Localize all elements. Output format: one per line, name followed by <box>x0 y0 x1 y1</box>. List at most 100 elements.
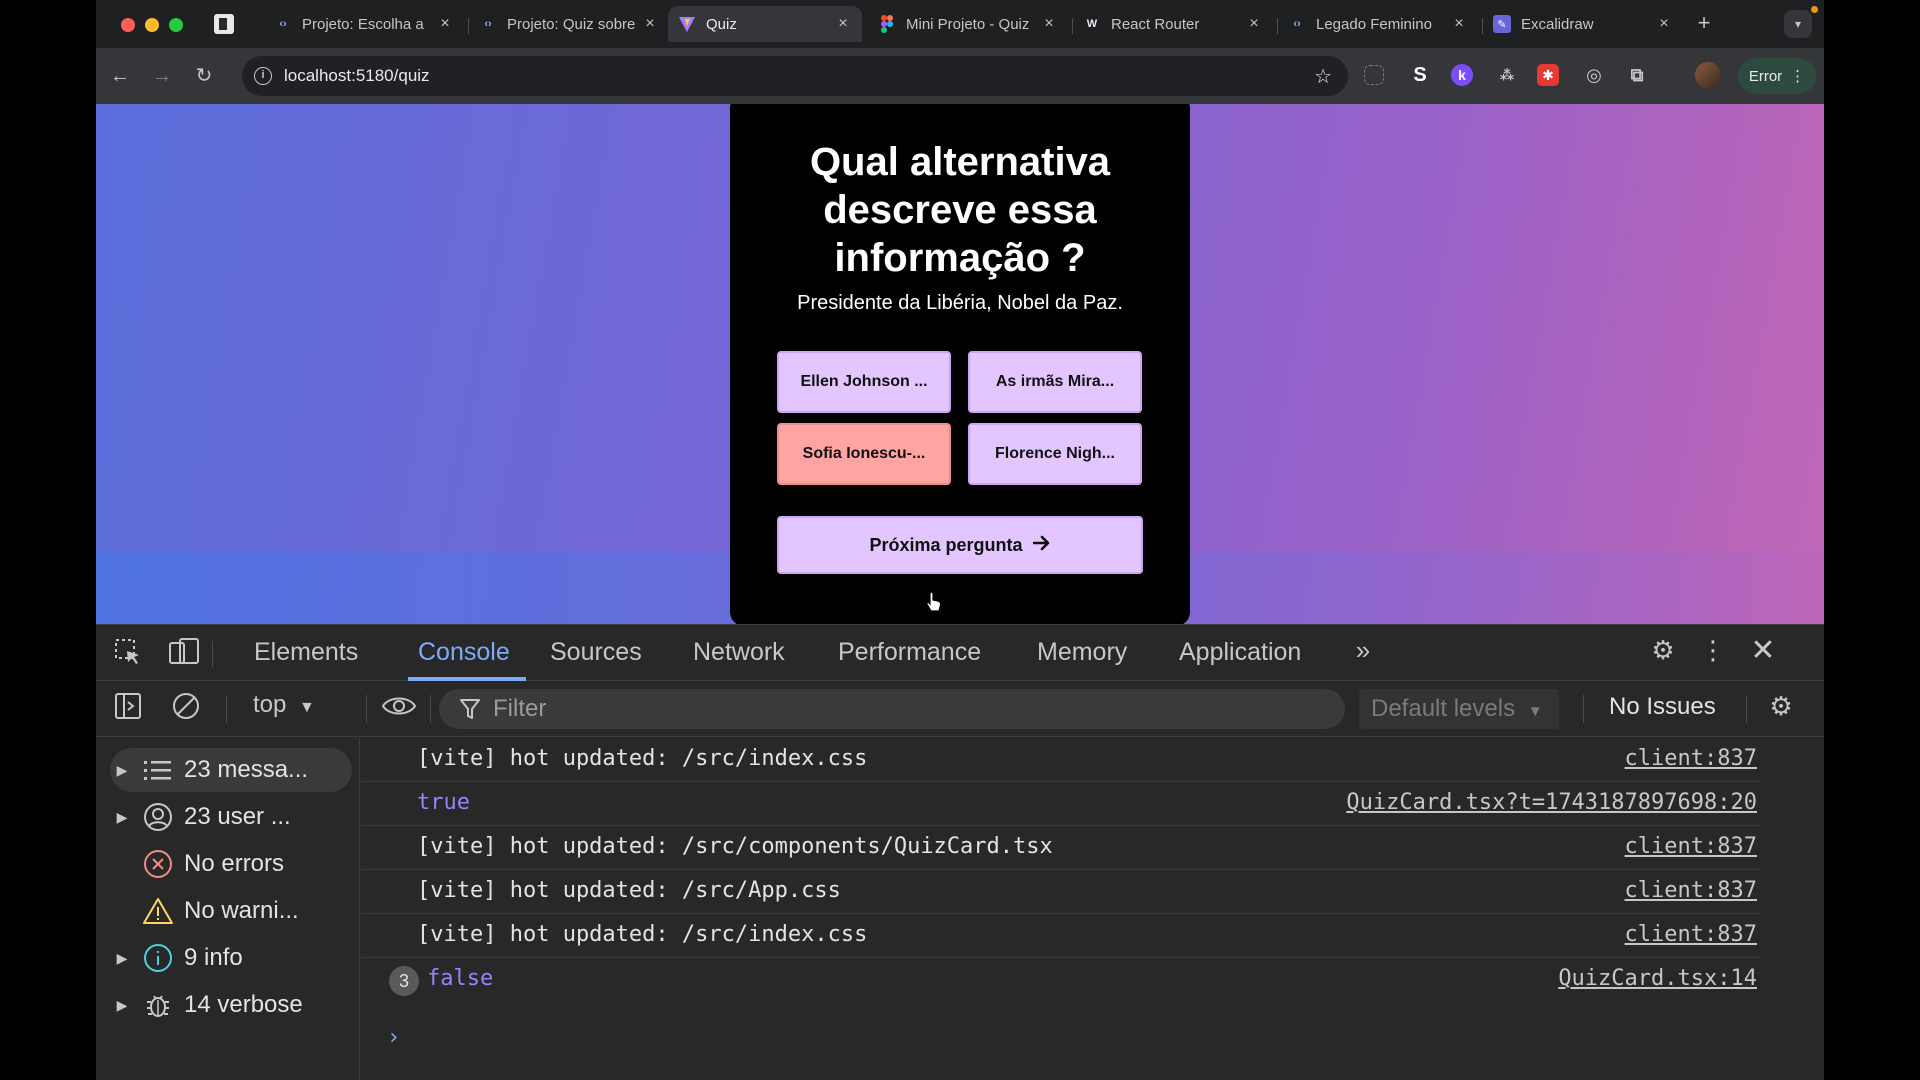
tab-performance[interactable]: Performance <box>838 635 981 681</box>
sidebar-item-verbose[interactable]: ▶ 14 verbose <box>110 983 352 1027</box>
profile-avatar[interactable] <box>1695 62 1721 88</box>
tab-legado-feminino[interactable]: ‹› Legado Feminino × <box>1278 6 1478 42</box>
expand-arrow-icon: ▶ <box>116 996 128 1013</box>
context-selector[interactable]: top ▼ <box>253 691 315 719</box>
sidebar-item-label: No warni... <box>184 897 299 924</box>
info-icon <box>140 940 176 976</box>
pinned-tab[interactable] <box>214 14 234 34</box>
close-icon[interactable]: × <box>1245 15 1263 33</box>
message-text: [vite] hot updated: /src/App.css <box>417 878 841 903</box>
url-text[interactable]: localhost:5180/quiz <box>284 66 430 86</box>
clear-console-icon[interactable] <box>170 691 202 728</box>
more-tabs-icon[interactable]: » <box>1346 635 1380 666</box>
inspect-element-icon[interactable] <box>112 637 144 674</box>
remix-icon: W <box>1086 18 1098 30</box>
sidebar-item-label: No errors <box>184 850 285 877</box>
settings-gear-icon[interactable]: ⚙ <box>1646 635 1680 666</box>
tab-projeto-quiz[interactable]: ‹› Projeto: Quiz sobre × <box>469 6 669 42</box>
console-settings-gear-icon[interactable]: ⚙ <box>1764 691 1798 722</box>
tab-application[interactable]: Application <box>1179 635 1301 681</box>
k-extension-icon[interactable]: k <box>1451 64 1473 86</box>
issues-counter[interactable]: No Issues <box>1609 693 1716 721</box>
tab-title: Legado Feminino <box>1316 15 1432 33</box>
close-devtools-icon[interactable]: ✕ <box>1748 633 1778 668</box>
console-prompt[interactable]: › <box>387 1025 400 1050</box>
tab-search-button[interactable]: ▾ <box>1784 10 1812 38</box>
tab-memory[interactable]: Memory <box>1037 635 1127 681</box>
sidebar-item-user-messages[interactable]: ▶ 23 user ... <box>110 795 352 839</box>
devtools-panel: Elements Console Sources Network Perform… <box>96 624 1824 1080</box>
console-message: [vite] hot updated: /src/components/Quiz… <box>361 826 1761 870</box>
filter-icon <box>459 697 481 726</box>
source-link[interactable]: client:837 <box>1625 834 1757 859</box>
filter-input[interactable]: Filter <box>439 689 1345 729</box>
option-button[interactable]: As irmãs Mira... <box>968 351 1142 413</box>
tab-excalidraw[interactable]: ✎ Excalidraw × <box>1483 6 1683 42</box>
list-icon <box>140 752 176 788</box>
tab-projeto-escolha[interactable]: ‹› Projeto: Escolha a × <box>264 6 464 42</box>
tab-react-router[interactable]: W React Router × <box>1073 6 1273 42</box>
message-text: false <box>427 966 494 991</box>
back-button[interactable]: ← <box>106 62 134 90</box>
sidebar-item-errors[interactable]: No errors <box>110 842 352 886</box>
console-message: [vite] hot updated: /src/index.css clien… <box>361 914 1761 958</box>
sidebar-toggle-icon[interactable] <box>112 691 144 728</box>
source-link[interactable]: client:837 <box>1625 878 1757 903</box>
sidebar-item-info[interactable]: ▶ 9 info <box>110 936 352 980</box>
sidebar-item-warnings[interactable]: No warni... <box>110 889 352 933</box>
close-icon[interactable]: × <box>436 15 454 33</box>
option-button[interactable]: Ellen Johnson ... <box>777 351 951 413</box>
maximize-window-button[interactable] <box>169 18 183 32</box>
tab-title: Mini Projeto - Quiz <box>906 15 1030 33</box>
tab-mini-projeto[interactable]: Mini Projeto - Quiz × <box>868 6 1068 42</box>
warning-icon <box>140 893 176 929</box>
close-icon[interactable]: × <box>1450 15 1468 33</box>
close-window-button[interactable] <box>121 18 135 32</box>
screenshot-extension-icon[interactable] <box>1364 65 1384 85</box>
user-icon <box>140 799 176 835</box>
bookmark-star-icon[interactable]: ☆ <box>1314 64 1332 89</box>
code-icon: ‹› <box>484 18 492 30</box>
source-link[interactable]: client:837 <box>1625 922 1757 947</box>
sidebar-item-label: 9 info <box>184 944 243 971</box>
close-icon[interactable]: × <box>1040 15 1058 33</box>
console-message: 3 false QuizCard.tsx:14 <box>361 958 1761 1002</box>
new-tab-button[interactable]: + <box>1692 12 1716 36</box>
site-info-icon[interactable]: i <box>254 67 272 85</box>
reload-button[interactable]: ↻ <box>190 62 218 90</box>
close-icon[interactable]: × <box>641 15 659 33</box>
source-link[interactable]: client:837 <box>1625 746 1757 771</box>
next-question-button[interactable]: Próxima pergunta <box>777 516 1143 574</box>
minimize-window-button[interactable] <box>145 18 159 32</box>
tab-console[interactable]: Console <box>408 635 526 681</box>
update-error-button[interactable]: Error ⋮ <box>1738 58 1816 94</box>
tab-sources[interactable]: Sources <box>550 635 642 681</box>
device-toolbar-icon[interactable] <box>168 637 200 674</box>
network-extension-icon[interactable]: ⁂ <box>1494 62 1520 88</box>
tab-elements[interactable]: Elements <box>254 635 358 681</box>
eye-icon[interactable] <box>380 691 418 728</box>
tab-network[interactable]: Network <box>693 635 785 681</box>
log-levels-dropdown[interactable]: Default levels ▼ <box>1359 689 1559 729</box>
close-icon[interactable]: × <box>834 15 852 33</box>
option-button[interactable]: Florence Nigh... <box>968 423 1142 485</box>
console-filter-bar: top ▼ Filter Default levels ▼ No Issues … <box>96 681 1824 737</box>
message-text: [vite] hot updated: /src/index.css <box>417 922 868 947</box>
address-bar[interactable]: i localhost:5180/quiz ☆ <box>242 56 1348 96</box>
s-extension-icon[interactable]: S <box>1407 62 1433 88</box>
extensions-puzzle-icon[interactable]: ⧉ <box>1624 62 1650 88</box>
sidebar-item-messages[interactable]: ▶ 23 messa... <box>110 748 352 792</box>
code-icon: ‹› <box>279 18 287 30</box>
red-extension-icon[interactable]: ✱ <box>1537 64 1559 86</box>
source-link[interactable]: QuizCard.tsx?t=1743187897698:20 <box>1346 790 1757 815</box>
source-link[interactable]: QuizCard.tsx:14 <box>1558 966 1757 991</box>
target-extension-icon[interactable]: ◎ <box>1581 62 1607 88</box>
more-vert-icon[interactable]: ⋮ <box>1700 635 1726 666</box>
figma-icon <box>878 15 896 33</box>
forward-button[interactable]: → <box>148 62 176 90</box>
context-label: top <box>253 691 287 718</box>
tab-quiz[interactable]: Quiz × <box>668 6 862 42</box>
option-button-wrong[interactable]: Sofia Ionescu-... <box>777 423 951 485</box>
close-icon[interactable]: × <box>1655 15 1673 33</box>
sidebar-item-label: 14 verbose <box>184 991 303 1018</box>
